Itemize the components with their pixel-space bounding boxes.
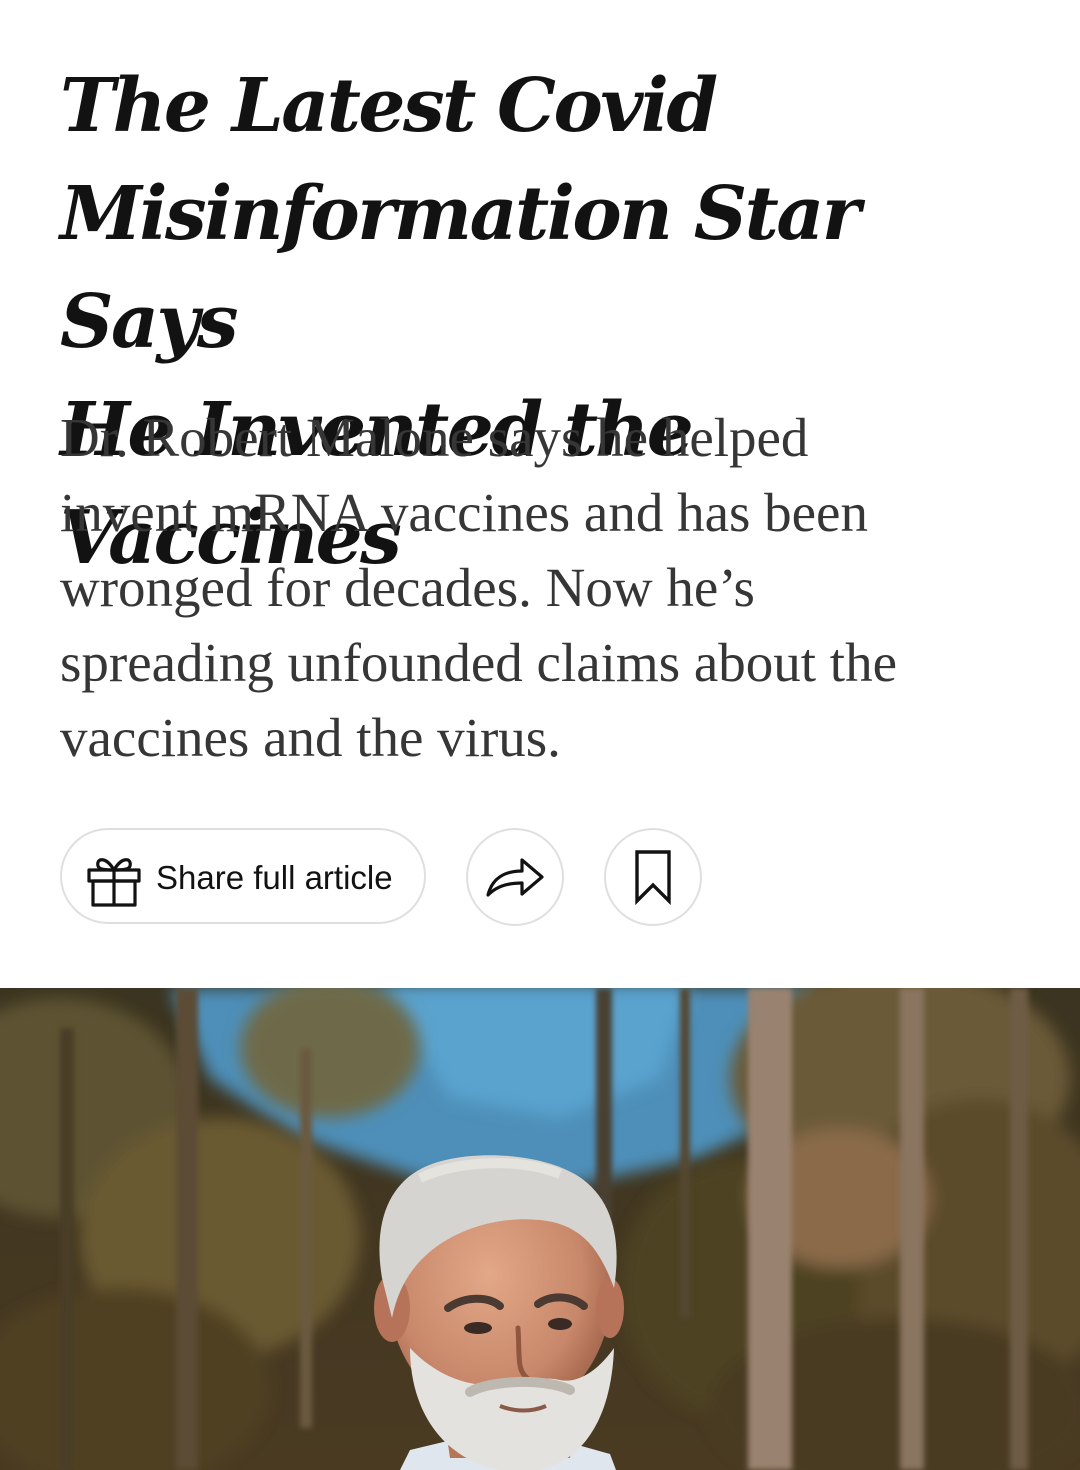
article-page: The Latest Covid Misinformation Star Say… xyxy=(0,0,1080,1470)
share-full-article-label: Share full article xyxy=(156,859,393,896)
share-full-article-button[interactable]: Share full article xyxy=(60,828,426,924)
headline-line: The Latest Covid xyxy=(60,63,718,149)
article-photo xyxy=(0,988,1080,1470)
summary-line: invent mRNA vaccines and has been xyxy=(60,482,868,543)
save-button[interactable] xyxy=(604,828,702,926)
summary-line: spreading unfounded claims about the xyxy=(60,632,898,693)
summary-line: Dr. Robert Malone says he helped xyxy=(60,407,809,468)
summary-line: vaccines and the virus. xyxy=(60,707,561,768)
summary-line: wronged for decades. Now he’s xyxy=(60,557,755,618)
article-summary: Dr. Robert Malone says he helped invent … xyxy=(60,400,1020,775)
headline-line: Misinformation Star Says xyxy=(60,171,861,365)
gift-icon xyxy=(86,852,142,908)
share-button[interactable] xyxy=(466,828,564,926)
